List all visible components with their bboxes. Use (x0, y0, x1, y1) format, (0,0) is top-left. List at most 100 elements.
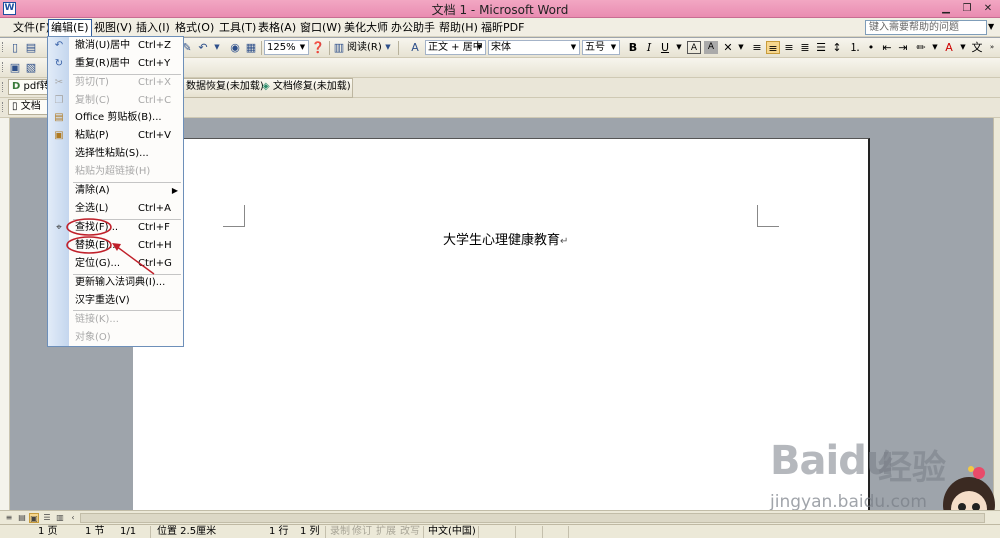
char-shading-button[interactable]: A (704, 41, 718, 54)
read-mode-button[interactable]: 阅读(R) (347, 41, 382, 54)
menu-tools[interactable]: 工具(T) (218, 20, 257, 35)
char-scale-dropdown-icon[interactable]: ▼ (734, 41, 748, 54)
bold-button[interactable]: B (626, 41, 640, 54)
document-page[interactable] (133, 138, 870, 514)
font-select[interactable]: 宋体 ▼ (488, 40, 580, 55)
undo-dropdown-icon[interactable]: ▼ (210, 41, 224, 54)
menu-item-select-all[interactable]: 全选(L) Ctrl+A (48, 200, 183, 218)
menu-beautify[interactable]: 美化大师 (343, 20, 389, 35)
char-border-button[interactable]: A (687, 41, 701, 54)
menu-foxit-pdf[interactable]: 福昕PDF (480, 20, 525, 35)
menu-item-clear[interactable]: 清除(A) ▶ (48, 182, 183, 200)
menu-item-paste-hyperlink[interactable]: 粘贴为超链接(H) (48, 163, 183, 181)
restore-button[interactable]: ❐ (956, 1, 978, 16)
print-view-icon[interactable]: ▣ (29, 513, 39, 523)
char-scale-icon[interactable]: ✕ (721, 41, 735, 54)
data-recovery-button[interactable]: 数据恢复(未加载) (183, 80, 267, 96)
status-overtype[interactable]: 改写 (400, 526, 420, 538)
bullets-icon[interactable]: • (864, 41, 878, 54)
doc-repair-button[interactable]: ◈ 文档修复(未加载) (259, 80, 354, 96)
read-mode-icon[interactable]: ▥ (332, 41, 346, 54)
italic-button[interactable]: I (642, 41, 656, 54)
menu-item-label: 对象(O) (75, 332, 111, 343)
distribute-icon[interactable]: ☰ (814, 41, 828, 54)
toolbar-tool-icon[interactable]: ▣ (8, 61, 22, 74)
tables-borders-icon[interactable]: ▦ (244, 41, 258, 54)
justify-icon[interactable]: ≣ (798, 41, 812, 54)
toolbar-grip[interactable] (2, 62, 5, 72)
status-record[interactable]: 录制 (330, 526, 350, 538)
undo-toolbar-icon[interactable]: ↶ (196, 41, 210, 54)
style-select[interactable]: 正文 + 居中 ▼ (425, 40, 486, 55)
menu-format[interactable]: 格式(O) (174, 20, 215, 35)
menu-item-paste[interactable]: ▣ 粘贴(P) Ctrl+V (48, 127, 183, 145)
scroll-left-icon[interactable]: ‹ (68, 513, 78, 523)
menu-item-reconvert[interactable]: 汉字重选(V) (48, 292, 183, 310)
menu-view[interactable]: 视图(V) (93, 20, 133, 35)
menu-help[interactable]: 帮助(H) (438, 20, 479, 35)
menu-insert[interactable]: 插入(I) (135, 20, 171, 35)
web-view-icon[interactable]: ▤ (17, 513, 27, 523)
help-icon[interactable]: ❓ (311, 41, 325, 54)
menu-table[interactable]: 表格(A) (257, 20, 297, 35)
numbering-icon[interactable]: ⒈ (848, 41, 862, 54)
minimize-button[interactable]: ▁ (935, 1, 957, 16)
font-color-dropdown-icon[interactable]: ▼ (956, 41, 970, 54)
highlight-dropdown-icon[interactable]: ▼ (928, 41, 942, 54)
status-separator (568, 526, 569, 538)
menu-item-find[interactable]: ⌖ 查找(F)... Ctrl+F (48, 219, 183, 237)
align-left-icon[interactable]: ≡ (750, 41, 764, 54)
status-language: 中文(中国) (428, 526, 476, 537)
hyperlink-icon[interactable]: ◉ (228, 41, 242, 54)
new-document-icon[interactable]: ▯ (8, 41, 22, 54)
toolbar-options-icon[interactable]: » (985, 41, 999, 54)
highlight-icon[interactable]: ✏ (914, 41, 928, 54)
menu-office-assistant[interactable]: 办公助手 (390, 20, 436, 35)
menu-item-paste-special[interactable]: 选择性粘贴(S)... (48, 145, 183, 163)
font-color-icon[interactable]: A (942, 41, 956, 54)
increase-indent-icon[interactable]: ⇥ (896, 41, 910, 54)
decrease-indent-icon[interactable]: ⇤ (880, 41, 894, 54)
toolbar-grip[interactable] (2, 82, 5, 92)
underline-dropdown-icon[interactable]: ▼ (672, 41, 686, 54)
menu-item-goto[interactable]: 定位(G)... Ctrl+G (48, 255, 183, 273)
menu-item-copy[interactable]: ❐ 复制(C) Ctrl+C (48, 92, 183, 110)
menu-item-update-ime[interactable]: 更新输入法词典(I)... (48, 274, 183, 292)
document-tab[interactable]: ▯ 文档 (8, 99, 48, 115)
close-button[interactable]: ✕ (977, 1, 999, 16)
menu-item-redo[interactable]: ↻ 重复(R)居中 Ctrl+Y (48, 55, 183, 73)
align-right-icon[interactable]: ≡ (782, 41, 796, 54)
normal-view-icon[interactable]: ≡ (4, 513, 14, 523)
toolbar-tool-icon[interactable]: ▧ (24, 61, 38, 74)
underline-button[interactable]: U (658, 41, 672, 54)
reading-view-icon[interactable]: ▥ (55, 513, 65, 523)
phonetic-guide-icon[interactable]: 文 (970, 41, 984, 54)
read-dropdown-icon[interactable]: ▼ (381, 41, 395, 54)
menu-item-undo[interactable]: ↶ 撤消(U)居中 Ctrl+Z (48, 37, 183, 55)
align-center-icon[interactable]: ≡ (766, 41, 780, 55)
menu-item-object[interactable]: 对象(O) (48, 329, 183, 347)
status-extend[interactable]: 扩展 (376, 526, 396, 538)
horizontal-scroll-track[interactable] (80, 513, 985, 523)
menu-item-replace[interactable]: 替换(E)... Ctrl+H (48, 237, 183, 255)
zoom-select[interactable]: 125% ▼ (264, 40, 309, 55)
line-spacing-icon[interactable]: ↕ (830, 41, 844, 54)
vertical-scrollbar[interactable] (993, 118, 1000, 510)
status-track-changes[interactable]: 修订 (352, 526, 372, 538)
open-folder-icon[interactable]: ▤ (24, 41, 38, 54)
toolbar-grip[interactable] (2, 102, 5, 112)
menu-item-office-clipboard[interactable]: ▤ Office 剪贴板(B)... (48, 109, 183, 127)
help-dropdown-arrow-icon[interactable]: ▼ (988, 22, 994, 31)
menu-item-links[interactable]: 链接(K)... (48, 311, 183, 329)
styles-formatting-icon[interactable]: A (408, 41, 422, 54)
document-text[interactable]: 大学生心理健康教育↵ (443, 229, 568, 248)
menu-file[interactable]: 文件(F) (12, 20, 51, 35)
menu-window[interactable]: 窗口(W) (299, 20, 342, 35)
menu-edit[interactable]: 编辑(E) (48, 19, 92, 37)
font-size-select[interactable]: 五号 ▼ (582, 40, 620, 55)
pdf-convert-button[interactable]: D pdf转 (8, 79, 50, 95)
help-search-input[interactable]: 键入需要帮助的问题 (865, 20, 987, 35)
outline-view-icon[interactable]: ☰ (42, 513, 52, 523)
menu-item-cut[interactable]: ✂ 剪切(T) Ctrl+X (48, 74, 183, 92)
toolbar-grip[interactable] (2, 42, 5, 52)
